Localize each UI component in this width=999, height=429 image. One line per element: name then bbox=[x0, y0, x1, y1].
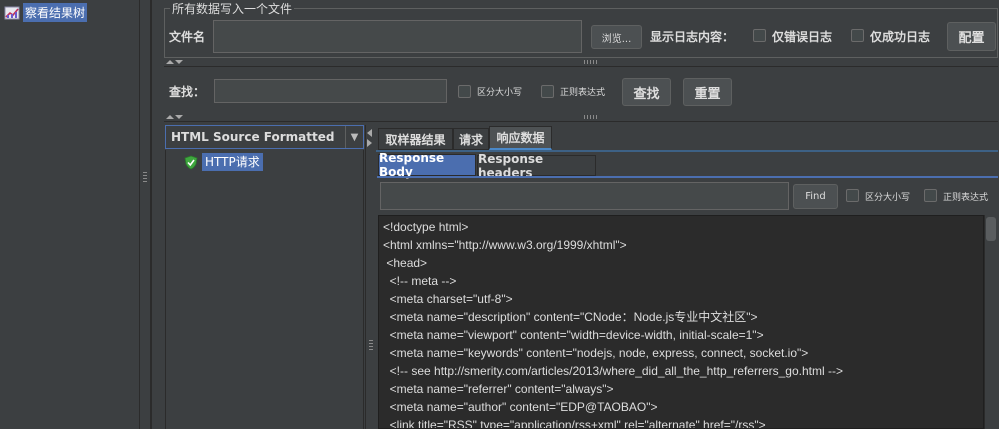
code-lines: <!doctype html> <html xmlns="http://www.w… bbox=[383, 218, 843, 429]
case-sensitive-label: 区分大小写 bbox=[477, 88, 523, 98]
code-line: <meta name="author" content="EDP@TAOBAO"… bbox=[383, 400, 658, 414]
divider bbox=[164, 121, 998, 122]
code-line: <meta name="keywords" content="nodejs, n… bbox=[383, 346, 809, 360]
tree-item-view-results[interactable]: 察看结果树 bbox=[4, 3, 88, 22]
tab-response-data[interactable]: 响应数据 bbox=[489, 126, 552, 150]
case-sensitive-checkbox[interactable] bbox=[458, 85, 471, 98]
grip-icon bbox=[584, 115, 598, 119]
test-plan-tree bbox=[0, 0, 140, 429]
expand-right-icon[interactable] bbox=[367, 139, 372, 147]
result-item-http-request[interactable]: HTTP请求 bbox=[184, 153, 263, 171]
response-body-text[interactable]: <!doctype html> <html xmlns="http://www.w… bbox=[378, 215, 984, 429]
search-input[interactable] bbox=[214, 79, 447, 103]
find-button[interactable]: 查找 bbox=[622, 78, 671, 106]
tab-sampler-result[interactable]: 取样器结果 bbox=[378, 128, 453, 150]
collapse-down-icon[interactable] bbox=[175, 115, 183, 119]
browse-button[interactable]: 浏览... bbox=[591, 25, 642, 49]
filename-input[interactable] bbox=[213, 20, 582, 53]
divider bbox=[151, 0, 152, 429]
tree-item-label: 察看结果树 bbox=[23, 3, 88, 22]
collapse-down-icon[interactable] bbox=[175, 60, 183, 64]
response-find-button[interactable]: Find bbox=[793, 184, 838, 209]
sample-results-tree bbox=[165, 150, 364, 429]
code-line: <head> bbox=[383, 256, 428, 270]
collapse-bar[interactable] bbox=[164, 58, 998, 66]
search-label: 查找： bbox=[169, 85, 206, 99]
response-case-sensitive-checkbox[interactable] bbox=[846, 189, 859, 202]
filename-label: 文件名 bbox=[169, 30, 206, 44]
regex-checkbox[interactable] bbox=[541, 85, 554, 98]
renderer-select[interactable]: HTML Source Formatted ▼ bbox=[165, 125, 364, 149]
chart-icon bbox=[4, 6, 20, 19]
result-item-label: HTTP请求 bbox=[202, 153, 263, 171]
chevron-down-icon[interactable]: ▼ bbox=[345, 126, 363, 148]
response-regex-checkbox[interactable] bbox=[924, 189, 937, 202]
shield-check-icon bbox=[184, 155, 198, 169]
code-line: <meta charset="utf-8"> bbox=[383, 292, 513, 306]
code-line: <html xmlns="http://www.w3.org/1999/xhtm… bbox=[383, 238, 627, 252]
log-content-label: 显示日志内容： bbox=[650, 30, 735, 44]
success-only-checkbox[interactable] bbox=[851, 29, 864, 42]
vertical-splitter[interactable] bbox=[365, 125, 375, 429]
scrollbar-thumb[interactable] bbox=[986, 217, 996, 241]
tab-request[interactable]: 请求 bbox=[453, 128, 489, 150]
code-line: <!doctype html> bbox=[383, 220, 469, 234]
expand-up-icon[interactable] bbox=[166, 60, 174, 64]
collapse-left-icon[interactable] bbox=[367, 129, 372, 137]
tab-underline bbox=[377, 176, 998, 178]
divider bbox=[164, 66, 998, 67]
grip-icon bbox=[584, 60, 598, 64]
response-regex-label: 正则表达式 bbox=[943, 193, 989, 203]
renderer-selected-value: HTML Source Formatted bbox=[171, 130, 335, 144]
config-button[interactable]: 配置 bbox=[947, 22, 996, 51]
reset-button[interactable]: 重置 bbox=[683, 78, 732, 106]
splitter-handle[interactable] bbox=[139, 0, 151, 429]
code-line: <link title="RSS" type="application/rss+… bbox=[383, 418, 766, 429]
code-line: <meta name="viewport" content="width=dev… bbox=[383, 328, 764, 342]
response-find-input[interactable] bbox=[380, 182, 789, 210]
tab-response-body[interactable]: Response Body bbox=[378, 151, 476, 179]
errors-only-checkbox[interactable] bbox=[753, 29, 766, 42]
collapse-bar[interactable] bbox=[164, 113, 998, 121]
code-line: <meta name="description" content="CNode：… bbox=[383, 310, 758, 324]
expand-up-icon[interactable] bbox=[166, 115, 174, 119]
vertical-scrollbar[interactable] bbox=[984, 215, 998, 429]
file-section-title: 所有数据写入一个文件 bbox=[170, 0, 295, 17]
errors-only-label: 仅错误日志 bbox=[772, 30, 833, 44]
success-only-label: 仅成功日志 bbox=[870, 30, 931, 44]
regex-label: 正则表达式 bbox=[560, 88, 606, 98]
response-case-sensitive-label: 区分大小写 bbox=[865, 193, 911, 203]
code-line: <meta name="referrer" content="always"> bbox=[383, 382, 614, 396]
code-line: <!-- meta --> bbox=[383, 274, 457, 288]
tab-response-headers[interactable]: Response headers bbox=[477, 152, 596, 180]
code-line: <!-- see http://smerity.com/articles/201… bbox=[383, 364, 843, 378]
